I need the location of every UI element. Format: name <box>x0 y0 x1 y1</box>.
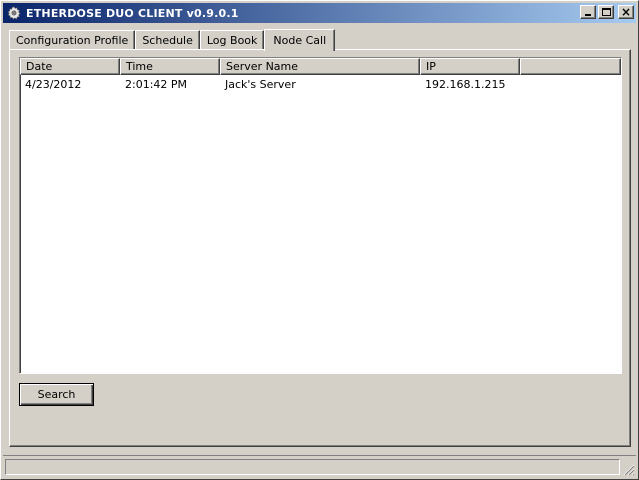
maximize-button[interactable] <box>598 5 614 19</box>
node-list[interactable]: Date Time Server Name IP 4/23/2012 2:01:… <box>19 57 622 374</box>
column-header-server-name[interactable]: Server Name <box>220 58 420 75</box>
list-header: Date Time Server Name IP <box>20 58 621 75</box>
cell-date: 4/23/2012 <box>25 78 82 91</box>
maximize-icon <box>602 8 611 16</box>
node-call-panel: Date Time Server Name IP 4/23/2012 2:01:… <box>9 49 631 447</box>
minimize-button[interactable] <box>580 5 596 19</box>
window-controls: × <box>580 5 634 19</box>
close-button[interactable]: × <box>618 5 634 19</box>
column-header-ip[interactable]: IP <box>420 58 520 75</box>
status-panel <box>5 459 620 475</box>
gear-icon[interactable] <box>6 5 22 21</box>
close-icon: × <box>620 5 632 19</box>
column-header-time[interactable]: Time <box>120 58 220 75</box>
title-bar[interactable]: ETHERDOSE DUO CLIENT v0.9.0.1 × <box>3 3 636 23</box>
search-button[interactable]: Search <box>19 383 94 406</box>
app-window: ETHERDOSE DUO CLIENT v0.9.0.1 × Configur… <box>0 0 639 480</box>
tab-log-book[interactable]: Log Book <box>199 30 265 50</box>
tab-configuration-profile[interactable]: Configuration Profile <box>9 30 136 50</box>
tab-node-call[interactable]: Node Call <box>264 29 336 51</box>
tab-schedule[interactable]: Schedule <box>135 30 200 50</box>
tab-strip: Configuration Profile Schedule Log Book … <box>9 28 336 51</box>
window-title: ETHERDOSE DUO CLIENT v0.9.0.1 <box>26 6 239 20</box>
minimize-icon <box>585 14 591 16</box>
cell-server-name: Jack's Server <box>225 78 296 91</box>
status-bar <box>3 455 636 477</box>
column-header-filler <box>520 58 621 75</box>
column-header-date[interactable]: Date <box>20 58 120 75</box>
cell-time: 2:01:42 PM <box>125 78 188 91</box>
cell-ip: 192.168.1.215 <box>425 78 506 91</box>
table-row[interactable]: 4/23/2012 2:01:42 PM Jack's Server 192.1… <box>20 75 621 92</box>
resize-grip-icon[interactable] <box>622 463 635 476</box>
